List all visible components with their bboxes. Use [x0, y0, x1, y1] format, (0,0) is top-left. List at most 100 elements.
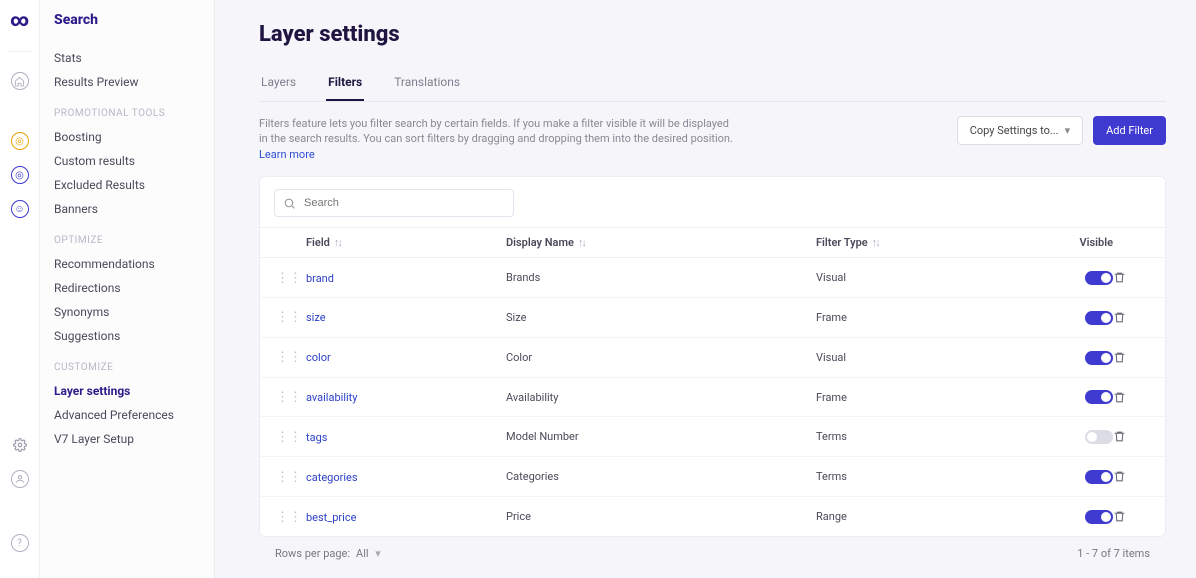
- sidebar-item-banners[interactable]: Banners: [54, 197, 214, 221]
- sidebar-section-label: OPTIMIZE: [54, 235, 214, 246]
- filter-type-cell: Terms: [816, 470, 1053, 483]
- filters-table-card: Field↑↓ Display Name↑↓ Filter Type↑↓ Vis…: [259, 176, 1166, 537]
- sidebar-item-advanced-preferences[interactable]: Advanced Preferences: [54, 403, 214, 427]
- delete-icon[interactable]: [1113, 311, 1149, 324]
- visible-toggle[interactable]: [1085, 510, 1113, 524]
- sidebar-section-label: PROMOTIONAL TOOLS: [54, 108, 214, 119]
- table-search-input[interactable]: [302, 196, 505, 210]
- sort-icon: ↑↓: [872, 236, 879, 249]
- page-title: Layer settings: [259, 22, 1166, 47]
- add-filter-label: Add Filter: [1106, 124, 1153, 137]
- display-name-cell: Model Number: [506, 430, 816, 443]
- sidebar-section-label: CUSTOMIZE: [54, 362, 214, 373]
- field-link[interactable]: categories: [306, 471, 358, 484]
- visible-toggle[interactable]: [1085, 271, 1113, 285]
- visible-toggle[interactable]: [1085, 430, 1113, 444]
- chevron-down-icon: ▾: [1065, 124, 1071, 137]
- pagination-range: 1 - 7 of 7 items: [1077, 547, 1150, 560]
- tab-filters[interactable]: Filters: [326, 67, 364, 101]
- sidebar-item-custom-results[interactable]: Custom results: [54, 149, 214, 173]
- tab-translations[interactable]: Translations: [392, 67, 462, 101]
- table-row: ⋮⋮ size Size Frame: [260, 298, 1165, 338]
- delete-icon[interactable]: [1113, 510, 1149, 523]
- drag-handle-icon[interactable]: ⋮⋮: [276, 430, 302, 445]
- visible-toggle[interactable]: [1085, 311, 1113, 325]
- app-logo-icon: ∞: [10, 10, 29, 31]
- filter-type-cell: Visual: [816, 351, 1053, 364]
- delete-icon[interactable]: [1113, 271, 1149, 284]
- sidebar-item-boosting[interactable]: Boosting: [54, 125, 214, 149]
- sidebar-item-v7-layer-setup[interactable]: V7 Layer Setup: [54, 427, 214, 451]
- learn-more-link[interactable]: Learn more: [259, 148, 315, 161]
- field-link[interactable]: size: [306, 311, 326, 324]
- sort-icon: ↑↓: [578, 236, 585, 249]
- field-link[interactable]: brand: [306, 272, 334, 285]
- display-name-cell: Brands: [506, 271, 816, 284]
- col-type-header[interactable]: Filter Type↑↓: [816, 236, 1053, 249]
- table-search[interactable]: [274, 189, 514, 217]
- delete-icon[interactable]: [1113, 430, 1149, 443]
- delete-icon[interactable]: [1113, 470, 1149, 483]
- sidebar-item-redirections[interactable]: Redirections: [54, 276, 214, 300]
- filter-type-cell: Frame: [816, 391, 1053, 404]
- tabs: Layers Filters Translations: [259, 67, 1166, 102]
- visible-toggle[interactable]: [1085, 390, 1113, 404]
- field-link[interactable]: best_price: [306, 511, 356, 524]
- filter-type-cell: Range: [816, 510, 1053, 523]
- display-name-cell: Size: [506, 311, 816, 324]
- sidebar-item-synonyms[interactable]: Synonyms: [54, 300, 214, 324]
- visible-toggle[interactable]: [1085, 470, 1113, 484]
- add-filter-button[interactable]: Add Filter: [1093, 116, 1166, 145]
- filter-type-cell: Terms: [816, 430, 1053, 443]
- tab-layers[interactable]: Layers: [259, 67, 298, 101]
- sidebar-item-results-preview[interactable]: Results Preview: [54, 70, 214, 94]
- main-content: Layer settings Layers Filters Translations…: [215, 0, 1196, 578]
- sidebar-item-excluded-results[interactable]: Excluded Results: [54, 173, 214, 197]
- rows-per-page-select[interactable]: All ▾: [356, 547, 381, 560]
- table-row: ⋮⋮ best_price Price Range: [260, 497, 1165, 536]
- table-row: ⋮⋮ categories Categories Terms: [260, 457, 1165, 497]
- rail-ring2-icon[interactable]: ☺: [11, 200, 29, 218]
- sidebar-title: Search: [54, 12, 214, 28]
- field-link[interactable]: color: [306, 351, 331, 364]
- drag-handle-icon[interactable]: ⋮⋮: [276, 470, 302, 485]
- delete-icon[interactable]: [1113, 391, 1149, 404]
- sidebar-item-suggestions[interactable]: Suggestions: [54, 324, 214, 348]
- rail-ring1-icon[interactable]: ◎: [11, 166, 29, 184]
- rail-home-icon[interactable]: [11, 72, 29, 90]
- display-name-cell: Price: [506, 510, 816, 523]
- col-visible-header: Visible: [1053, 236, 1113, 249]
- table-footer: Rows per page: All ▾ 1 - 7 of 7 items: [259, 537, 1166, 560]
- copy-settings-button[interactable]: Copy Settings to... ▾: [957, 116, 1083, 145]
- delete-icon[interactable]: [1113, 351, 1149, 364]
- field-link[interactable]: tags: [306, 431, 327, 444]
- search-icon: [283, 197, 296, 210]
- filter-type-cell: Visual: [816, 271, 1053, 284]
- rail-target-icon[interactable]: ◎: [11, 132, 29, 150]
- rail-gear-icon[interactable]: [11, 436, 29, 454]
- rail-account-icon[interactable]: [11, 470, 29, 488]
- display-name-cell: Availability: [506, 391, 816, 404]
- visible-toggle[interactable]: [1085, 351, 1113, 365]
- drag-handle-icon[interactable]: ⋮⋮: [276, 271, 302, 286]
- sidebar-item-layer-settings[interactable]: Layer settings: [54, 379, 214, 403]
- icon-rail: ∞ ◎ ◎ ☺ ?: [0, 0, 40, 578]
- sidebar-item-stats[interactable]: Stats: [54, 46, 214, 70]
- drag-handle-icon[interactable]: ⋮⋮: [276, 390, 302, 405]
- filter-type-cell: Frame: [816, 311, 1053, 324]
- table-row: ⋮⋮ color Color Visual: [260, 338, 1165, 378]
- drag-handle-icon[interactable]: ⋮⋮: [276, 310, 302, 325]
- table-row: ⋮⋮ availability Availability Frame: [260, 378, 1165, 418]
- display-name-cell: Categories: [506, 470, 816, 483]
- col-field-header[interactable]: Field↑↓: [306, 236, 506, 249]
- sidebar-item-recommendations[interactable]: Recommendations: [54, 252, 214, 276]
- drag-handle-icon[interactable]: ⋮⋮: [276, 510, 302, 525]
- col-display-header[interactable]: Display Name↑↓: [506, 236, 816, 249]
- display-name-cell: Color: [506, 351, 816, 364]
- rail-help-icon[interactable]: ?: [11, 534, 29, 552]
- chevron-down-icon: ▾: [375, 547, 381, 560]
- field-link[interactable]: availability: [306, 391, 357, 404]
- table-header: Field↑↓ Display Name↑↓ Filter Type↑↓ Vis…: [260, 227, 1165, 258]
- drag-handle-icon[interactable]: ⋮⋮: [276, 350, 302, 365]
- page-description: Filters feature lets you filter search b…: [259, 116, 739, 162]
